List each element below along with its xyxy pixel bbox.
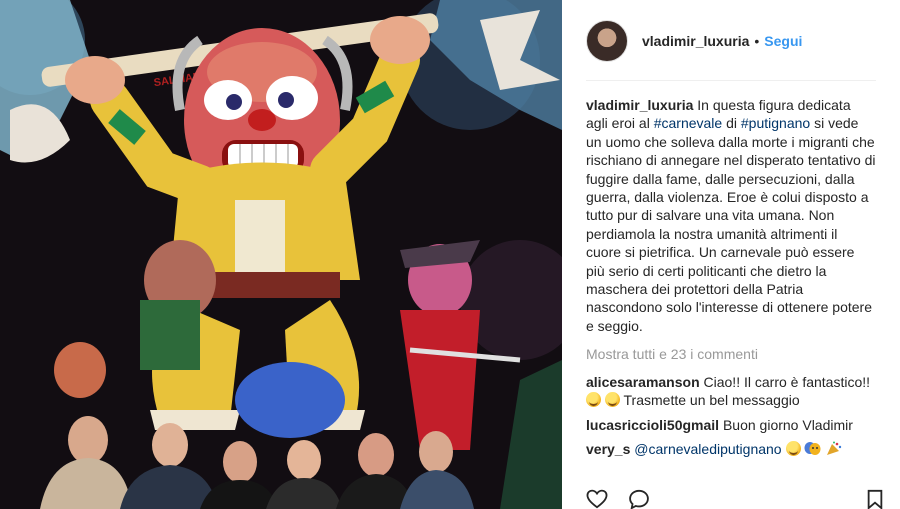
comment-item: very_s @carnevalediputignano (586, 440, 876, 458)
view-all-comments-link[interactable]: Mostra tutti e 23 i commenti (586, 346, 758, 362)
theater-masks-icon (804, 442, 821, 456)
comment-text-continued: Trasmette un bel messaggio (619, 392, 800, 409)
comments-list: alicesaramanson Ciao!! Il carro è fantas… (586, 373, 876, 465)
avatar[interactable] (586, 20, 628, 62)
comment-username[interactable]: lucasriccioli50gmail (586, 417, 719, 433)
comment-username[interactable]: alicesaramanson (586, 374, 700, 390)
smiling-face-icon (785, 441, 801, 457)
follow-button[interactable]: Segui (764, 33, 802, 49)
post-header: vladimir_luxuria • Segui (586, 16, 876, 66)
instagram-post-page: SALVIAMO MIGRANTI (0, 0, 900, 509)
caption-username[interactable]: vladimir_luxuria (586, 97, 693, 113)
separator-dot: • (754, 33, 760, 49)
comment-username[interactable]: very_s (586, 441, 630, 457)
party-popper-icon (827, 441, 842, 456)
comment-icon[interactable] (628, 489, 650, 509)
comment-mention[interactable]: @carnevalediputignano (634, 441, 781, 457)
caption-text-3: si vede un uomo che solleva dalla morte … (586, 115, 876, 334)
caption-text-2: di (722, 115, 741, 132)
comment-item: alicesaramanson Ciao!! Il carro è fantas… (586, 373, 876, 410)
comment-text: Ciao!! Il carro è fantastico!! (703, 374, 871, 390)
post-side-panel: vladimir_luxuria • Segui vladimir_luxuri… (562, 0, 900, 509)
bookmark-icon[interactable] (866, 489, 884, 509)
carnival-float-image: SALVIAMO MIGRANTI (0, 0, 562, 509)
smiling-face-icon (604, 392, 620, 408)
post-photo[interactable]: SALVIAMO MIGRANTI (0, 0, 562, 509)
comment-item: lucasriccioli50gmail Buon giorno Vladimi… (586, 416, 876, 434)
hashtag-putignano[interactable]: #putignano (741, 115, 810, 131)
heart-icon[interactable] (586, 489, 608, 509)
post-actions-bar (586, 489, 883, 509)
header-divider (586, 80, 876, 81)
comment-text: Buon giorno Vladimir (722, 416, 853, 433)
smiling-face-icon (586, 392, 601, 408)
post-caption: vladimir_luxuria In questa figura dedica… (586, 96, 876, 335)
post-author-username[interactable]: vladimir_luxuria (642, 33, 749, 49)
hashtag-carnevale[interactable]: #carnevale (654, 115, 723, 131)
